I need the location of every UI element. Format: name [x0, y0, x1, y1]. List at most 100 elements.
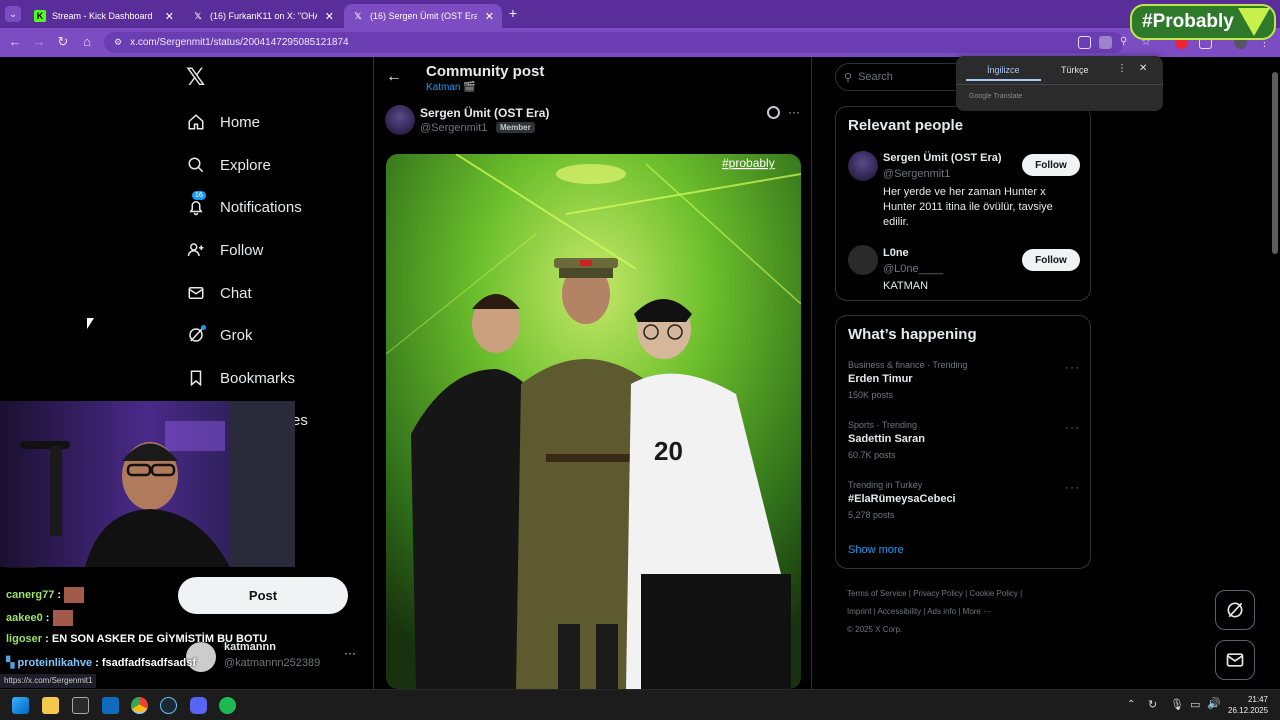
translate-options-icon[interactable]: ⋮	[1117, 63, 1127, 74]
post-photo[interactable]: 20 #probably	[386, 154, 801, 689]
close-icon[interactable]: ✕	[317, 10, 334, 23]
tray-chevron-icon[interactable]: ⌃	[1127, 699, 1135, 710]
translate-tab-underline	[966, 79, 1041, 81]
avatar[interactable]	[848, 151, 878, 181]
community-link[interactable]: Katman 🎬	[426, 82, 476, 93]
forward-icon[interactable]: →	[31, 34, 47, 50]
reload-icon[interactable]: ↻	[55, 34, 71, 50]
store-icon[interactable]	[72, 697, 89, 714]
tray-clock[interactable]: 21:47 26.12.2025	[1228, 694, 1268, 716]
messages-float-button[interactable]	[1215, 640, 1255, 680]
footer-link[interactable]: Terms of Service	[847, 589, 907, 598]
nav-label: Follow	[220, 241, 264, 259]
translate-target-tab[interactable]: Türkçe	[1061, 65, 1089, 75]
nav-chat[interactable]: Chat	[186, 278, 252, 308]
follow-button[interactable]: Follow	[1022, 249, 1080, 271]
account-switcher[interactable]: katmannn @katmannn252389 ···	[186, 640, 356, 676]
chat-username: canerg77	[6, 588, 55, 601]
copyright: © 2025 X Corp.	[847, 625, 903, 634]
probably-badge: #Probably	[1130, 4, 1276, 40]
mail-icon	[186, 283, 206, 303]
footer-link[interactable]: Accessibility	[878, 607, 922, 616]
page-scrollbar[interactable]	[1272, 72, 1278, 254]
author-name[interactable]: Sergen Ümit (OST Era)	[420, 106, 549, 120]
more-icon[interactable]: ···	[344, 646, 356, 660]
tray-time: 21:47	[1247, 695, 1268, 704]
show-more-link[interactable]: Show more	[848, 544, 904, 556]
discord-icon[interactable]	[190, 697, 207, 714]
steam-icon[interactable]	[160, 697, 177, 714]
mouse-cursor-icon	[87, 318, 94, 329]
nav-label: Chat	[220, 284, 252, 302]
address-bar[interactable]: ⚙ x.com/Sergenmit1/status/20041472950851…	[104, 32, 1124, 53]
footer-link[interactable]: Privacy Policy	[913, 589, 963, 598]
trend-item[interactable]: Sports · Trending Sadettin Saran 60.7K p…	[848, 420, 1080, 470]
nav-grok[interactable]: Grok	[186, 320, 253, 350]
more-icon[interactable]: ···	[1065, 480, 1080, 494]
tab-furkan-post[interactable]: 𝕏 (16) FurkanK11 on X: "OHA AM ✕	[184, 4, 342, 28]
add-person-icon	[186, 240, 206, 260]
tab-search-button[interactable]: ⌄	[5, 6, 21, 22]
back-icon[interactable]: ←	[7, 34, 23, 50]
mail-icon	[1226, 653, 1244, 667]
avatar[interactable]	[848, 245, 878, 275]
chat-message: aakee0 :	[6, 610, 73, 626]
nav-home[interactable]: Home	[186, 107, 260, 137]
person-handle[interactable]: @L0ne____	[883, 263, 943, 275]
grok-explain-icon[interactable]	[767, 106, 780, 119]
person-name[interactable]: Sergen Ümit (OST Era)	[883, 152, 1002, 164]
chat-text: :	[45, 611, 50, 624]
translate-source-tab[interactable]: İngilizce	[987, 65, 1020, 75]
translate-icon[interactable]	[1099, 36, 1112, 49]
more-icon[interactable]: ···	[1065, 420, 1080, 434]
footer-link[interactable]: More ···	[963, 607, 991, 616]
tray-mic-icon[interactable]: 🎙	[1170, 698, 1184, 711]
translate-divider	[956, 84, 1163, 85]
tray-sync-icon[interactable]: ↻	[1148, 698, 1157, 711]
back-arrow-icon[interactable]: ←	[386, 68, 402, 86]
tray-network-icon[interactable]: ▭	[1190, 698, 1200, 711]
spotify-icon[interactable]	[219, 697, 236, 714]
nav-notifications[interactable]: 16 Notifications	[186, 191, 302, 222]
author-avatar[interactable]	[385, 105, 415, 135]
tray-volume-icon[interactable]: 🔊	[1207, 697, 1221, 710]
x-logo-icon[interactable]: 𝕏	[186, 66, 208, 90]
trend-item[interactable]: Trending in Turkey #ElaRümeysaCebeci 5,2…	[848, 480, 1080, 530]
chrome-icon[interactable]	[131, 697, 148, 714]
post-button[interactable]: Post	[178, 577, 348, 614]
post-more-icon[interactable]: ···	[788, 105, 800, 119]
nav-explore[interactable]: Explore	[186, 150, 271, 180]
close-icon[interactable]: ✕	[477, 10, 494, 23]
new-tab-button[interactable]: +	[506, 5, 520, 23]
footer-link[interactable]: Ads info	[927, 607, 956, 616]
close-icon[interactable]: ✕	[1139, 63, 1147, 74]
person-handle[interactable]: @Sergenmit1	[883, 168, 950, 180]
footer-links: Terms of Service | Privacy Policy | Cook…	[847, 589, 1023, 634]
chat-badge-icon: ▚	[6, 657, 15, 669]
tab-kick-dashboard[interactable]: K Stream - Kick Dashboard ✕	[26, 4, 182, 28]
chat-username: ligoser	[6, 633, 43, 645]
x-logo-icon: 𝕏	[194, 10, 202, 21]
zoom-icon[interactable]: ⚲	[1120, 36, 1133, 49]
windows-start-icon[interactable]	[12, 697, 29, 714]
install-app-icon[interactable]	[1078, 36, 1091, 49]
more-icon[interactable]: ···	[1065, 360, 1080, 374]
tab-label: (16) Sergen Ümit (OST Era) on	[370, 11, 477, 21]
tab-sergen-post[interactable]: 𝕏 (16) Sergen Ümit (OST Era) on ✕	[344, 4, 502, 28]
footer-link[interactable]: Cookie Policy	[969, 589, 1017, 598]
home-browser-icon[interactable]: ⌂	[79, 34, 95, 50]
file-explorer-icon[interactable]	[42, 697, 59, 714]
person-name[interactable]: L0ne	[883, 247, 909, 259]
footer-link[interactable]: Imprint	[847, 607, 871, 616]
follow-button[interactable]: Follow	[1022, 154, 1080, 176]
bell-icon: 16	[186, 191, 206, 217]
nav-follow[interactable]: Follow	[186, 235, 263, 265]
author-handle[interactable]: @Sergenmit1	[420, 122, 487, 134]
tab-label: Stream - Kick Dashboard	[52, 11, 153, 21]
trend-item[interactable]: Business & finance · Trending Erden Timu…	[848, 360, 1080, 410]
nav-bookmarks[interactable]: Bookmarks	[186, 363, 295, 393]
outlook-icon[interactable]	[102, 697, 119, 714]
grok-float-button[interactable]	[1215, 590, 1255, 630]
close-icon[interactable]: ✕	[157, 10, 174, 23]
site-info-icon[interactable]: ⚙	[114, 37, 122, 48]
